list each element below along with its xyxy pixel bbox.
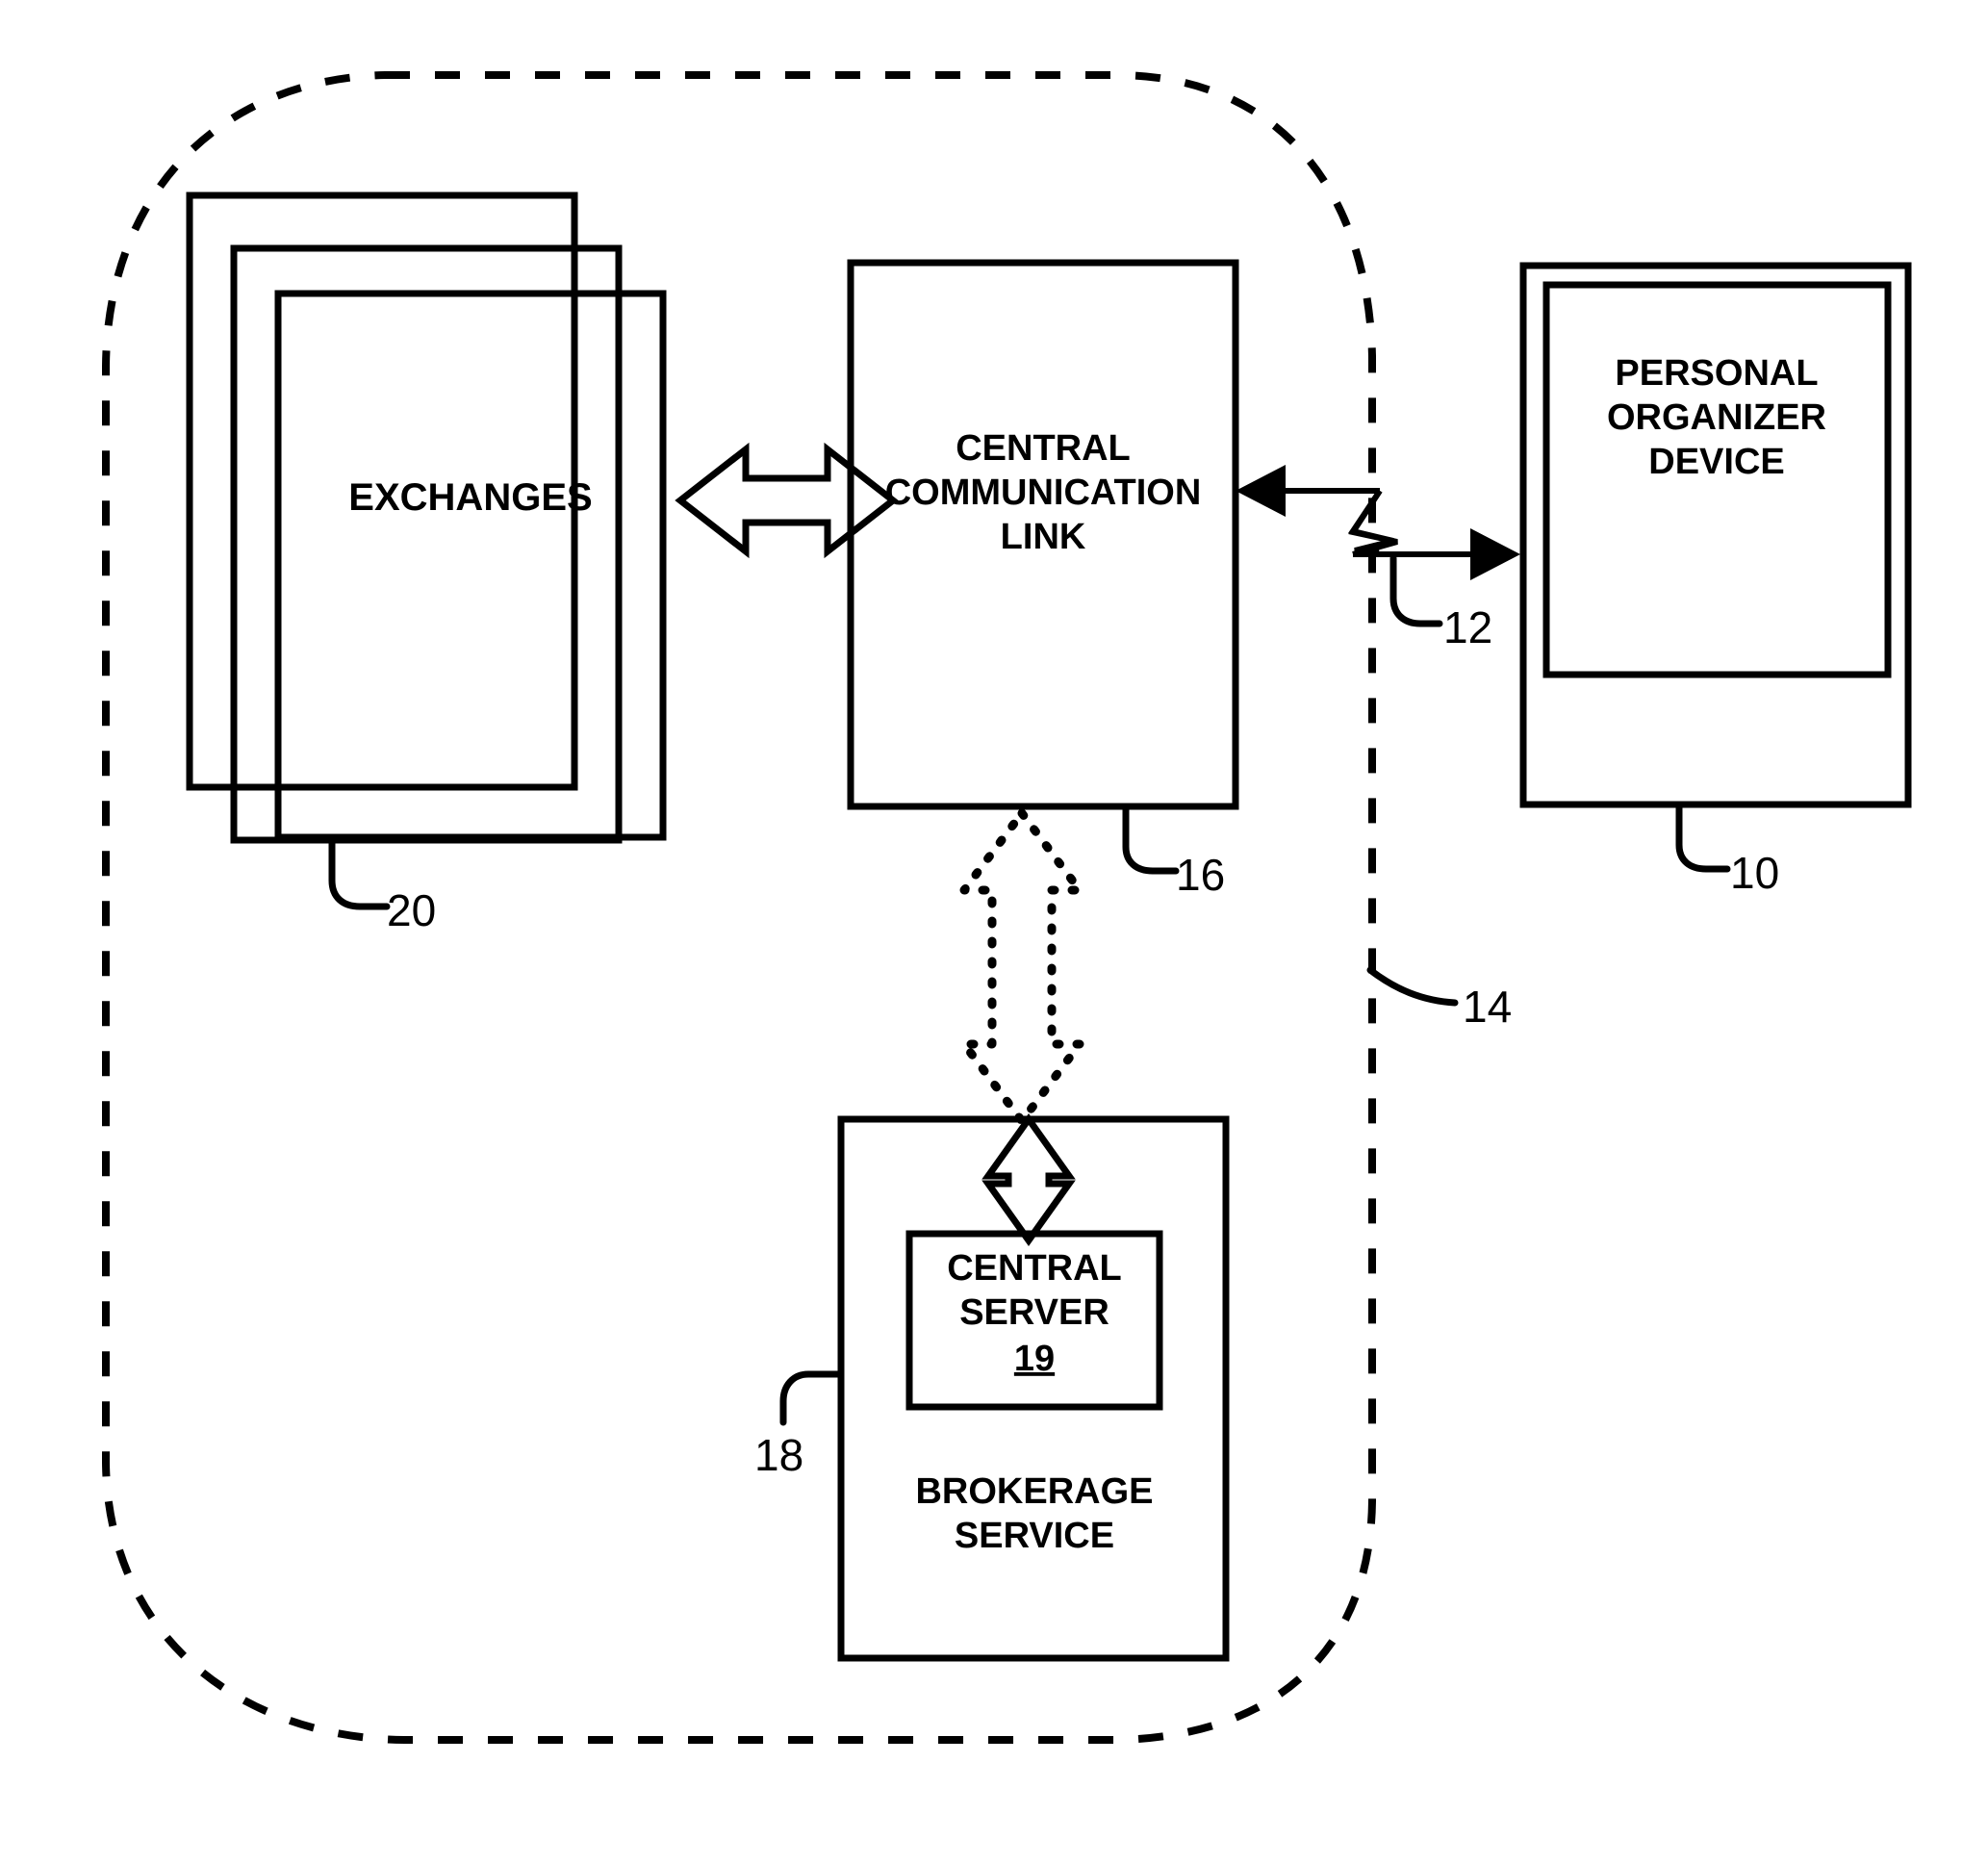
- central-communication-link-ref-leader: [1122, 805, 1180, 875]
- ref-label-14: 14: [1463, 982, 1512, 1032]
- wireless-lower-arrowhead: [1470, 528, 1520, 580]
- exchanges-box-middle: [230, 244, 623, 844]
- brokerage-service-ref-leader: [779, 1370, 845, 1426]
- wireless-ref-leader: [1389, 554, 1443, 627]
- ref-label-20: 20: [387, 885, 436, 935]
- central-communication-link-line1: CENTRAL: [956, 428, 1131, 469]
- personal-organizer-device-line1: PERSONAL: [1615, 353, 1818, 394]
- exchanges-label: EXCHANGES: [348, 476, 592, 519]
- exchanges-ref-leader: [328, 835, 391, 910]
- system-boundary-outline: [102, 71, 1376, 1744]
- central-communication-link-line3: LINK: [1001, 517, 1086, 557]
- personal-organizer-device-line3: DEVICE: [1648, 442, 1784, 482]
- link-to-brokerage-dotted-arrow: [959, 808, 1084, 1126]
- ref-label-12: 12: [1443, 602, 1492, 652]
- patent-figure: 14 EXCHANGES 20 CENTRAL COMMUNICATION LI…: [0, 0, 1988, 1865]
- exchanges-to-link-arrow: [675, 442, 899, 559]
- brokerage-to-server-arrow: [981, 1112, 1076, 1247]
- personal-organizer-device-ref-leader: [1675, 803, 1731, 873]
- central-communication-link-line2: COMMUNICATION: [885, 473, 1202, 513]
- figure-canvas: 14 EXCHANGES 20 CENTRAL COMMUNICATION LI…: [102, 71, 1912, 1744]
- central-server-line1: CENTRAL: [947, 1248, 1122, 1289]
- personal-organizer-device-box[interactable]: [1519, 262, 1912, 808]
- wireless-upper-arrowhead: [1236, 465, 1286, 517]
- ref-label-16: 16: [1176, 850, 1225, 900]
- personal-organizer-device-line2: ORGANIZER: [1607, 397, 1826, 438]
- central-server-ref-number: 19: [1014, 1339, 1055, 1379]
- ref-label-10: 10: [1730, 848, 1779, 898]
- brokerage-service-line1: BROKERAGE: [915, 1471, 1153, 1512]
- central-server-line2: SERVER: [959, 1292, 1109, 1333]
- exchanges-box-front[interactable]: [274, 290, 667, 841]
- brokerage-service-line2: SERVICE: [955, 1516, 1114, 1556]
- ref-label-18: 18: [754, 1430, 803, 1480]
- boundary-ref-leader: [1366, 966, 1459, 1007]
